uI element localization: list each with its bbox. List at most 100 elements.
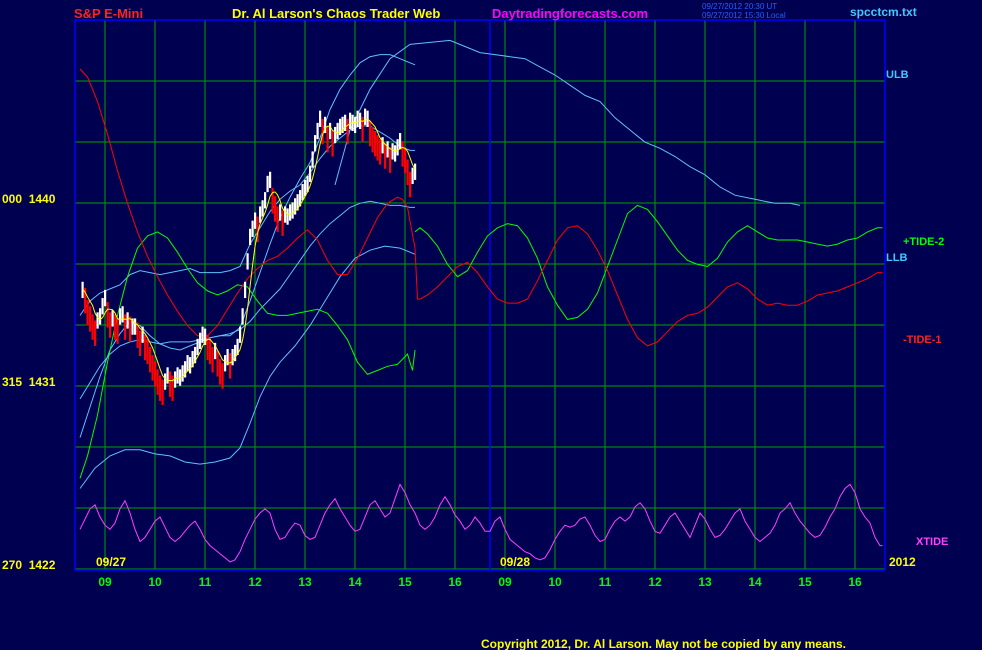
price-bar [219,359,222,385]
price-bar [264,192,267,209]
price-bar [314,135,317,152]
price-bar [186,355,189,372]
price-bar [91,314,94,340]
price-bar [304,179,307,197]
price-bar [94,320,97,346]
tide1-label: -TIDE-1 [903,334,942,346]
price-bar [411,167,414,184]
price-bar [401,141,404,167]
hour-tick-label: 16 [848,575,862,589]
price-bar [169,371,172,397]
price-bar [386,141,389,158]
price-bar [176,367,179,384]
price-bar [171,375,174,401]
price-bar [326,126,329,153]
price-bar [266,175,269,193]
price-bar [404,147,407,173]
price-bar [104,289,107,307]
hour-tick-label: 14 [348,575,362,589]
price-bar [246,253,249,270]
price-bar [271,188,274,214]
price-bar [251,220,254,237]
copyright-text: Copyright 2012, Dr. Al Larson. May not b… [481,637,846,650]
price-label-1431: 315 1431 [2,375,56,389]
price-bar [284,206,287,223]
price-bar [159,375,162,401]
price-bar [154,361,157,387]
price-bar [164,373,167,390]
price-bar [291,202,294,219]
price-bar [316,122,319,140]
price-bar [99,308,102,325]
hour-tick-label: 12 [648,575,662,589]
price-bar [274,196,277,222]
price-bar [101,298,104,315]
price-label-1440: 000 1440 [2,192,56,206]
price-bar [209,338,212,365]
price-bar [346,118,349,145]
price-bar [331,131,334,157]
price-bar [396,139,399,156]
price-label-1422: 270 1422 [2,558,56,572]
price-bar [371,126,374,153]
hour-tick-label: 13 [698,575,712,589]
timestamp-ut: 09/27/2012 20:30 UT [702,2,777,11]
llb-label: LLB [886,252,907,264]
price-bar [244,281,247,299]
hour-tick-label: 16 [448,575,462,589]
price-bar [329,122,332,140]
hour-tick-label: 11 [199,575,212,589]
date-label-0928: 09/28 [500,555,530,569]
price-bar [376,135,379,161]
price-bar [211,346,214,373]
price-bar [279,204,282,221]
ulb-label: ULB [886,69,909,81]
timestamp-local: 09/27/2012 15:30 Local [702,11,786,20]
hour-tick-label: 11 [599,575,612,589]
hour-tick-label: 12 [248,575,262,589]
instrument-title: S&P E-Mini [74,6,143,21]
price-bar [144,334,147,361]
price-bar [114,314,117,340]
price-bar [289,204,292,221]
price-bar [161,379,164,405]
hour-tick-label: 10 [548,575,562,589]
price-bar [241,308,244,325]
price-bar [134,318,137,335]
xtide-label: XTIDE [916,536,948,548]
price-bar [349,112,352,129]
price-bar [249,228,252,246]
price-bar [239,326,242,343]
price-bar [229,353,232,379]
price-bar [281,210,284,236]
price-bar [146,338,149,365]
price-bar [394,145,397,162]
price-bar [126,312,129,329]
price-bar [309,165,312,182]
price-bar [364,108,367,125]
price-bar [389,147,392,173]
price-bar [181,365,184,382]
price-bar [286,208,289,225]
hour-tick-label: 13 [298,575,312,589]
price-bar [139,330,142,357]
price-bar [151,355,154,381]
price-bar [259,206,262,223]
price-bar [166,367,169,384]
price-bar [369,120,372,147]
price-bar [406,159,409,185]
price-bar [224,355,227,372]
hour-tick-label: 09 [498,575,512,589]
price-bar [384,143,387,169]
hour-tick-label: 14 [748,575,762,589]
price-bar [189,357,192,374]
price-bar [109,312,112,338]
price-bar [221,363,224,389]
brand-title: Dr. Al Larson's Chaos Trader Web [232,6,440,21]
price-bar [409,171,412,198]
price-bar [96,312,99,329]
price-bar [391,143,394,160]
price-bar [121,306,124,323]
price-bar [356,110,359,127]
price-bar [301,183,304,201]
